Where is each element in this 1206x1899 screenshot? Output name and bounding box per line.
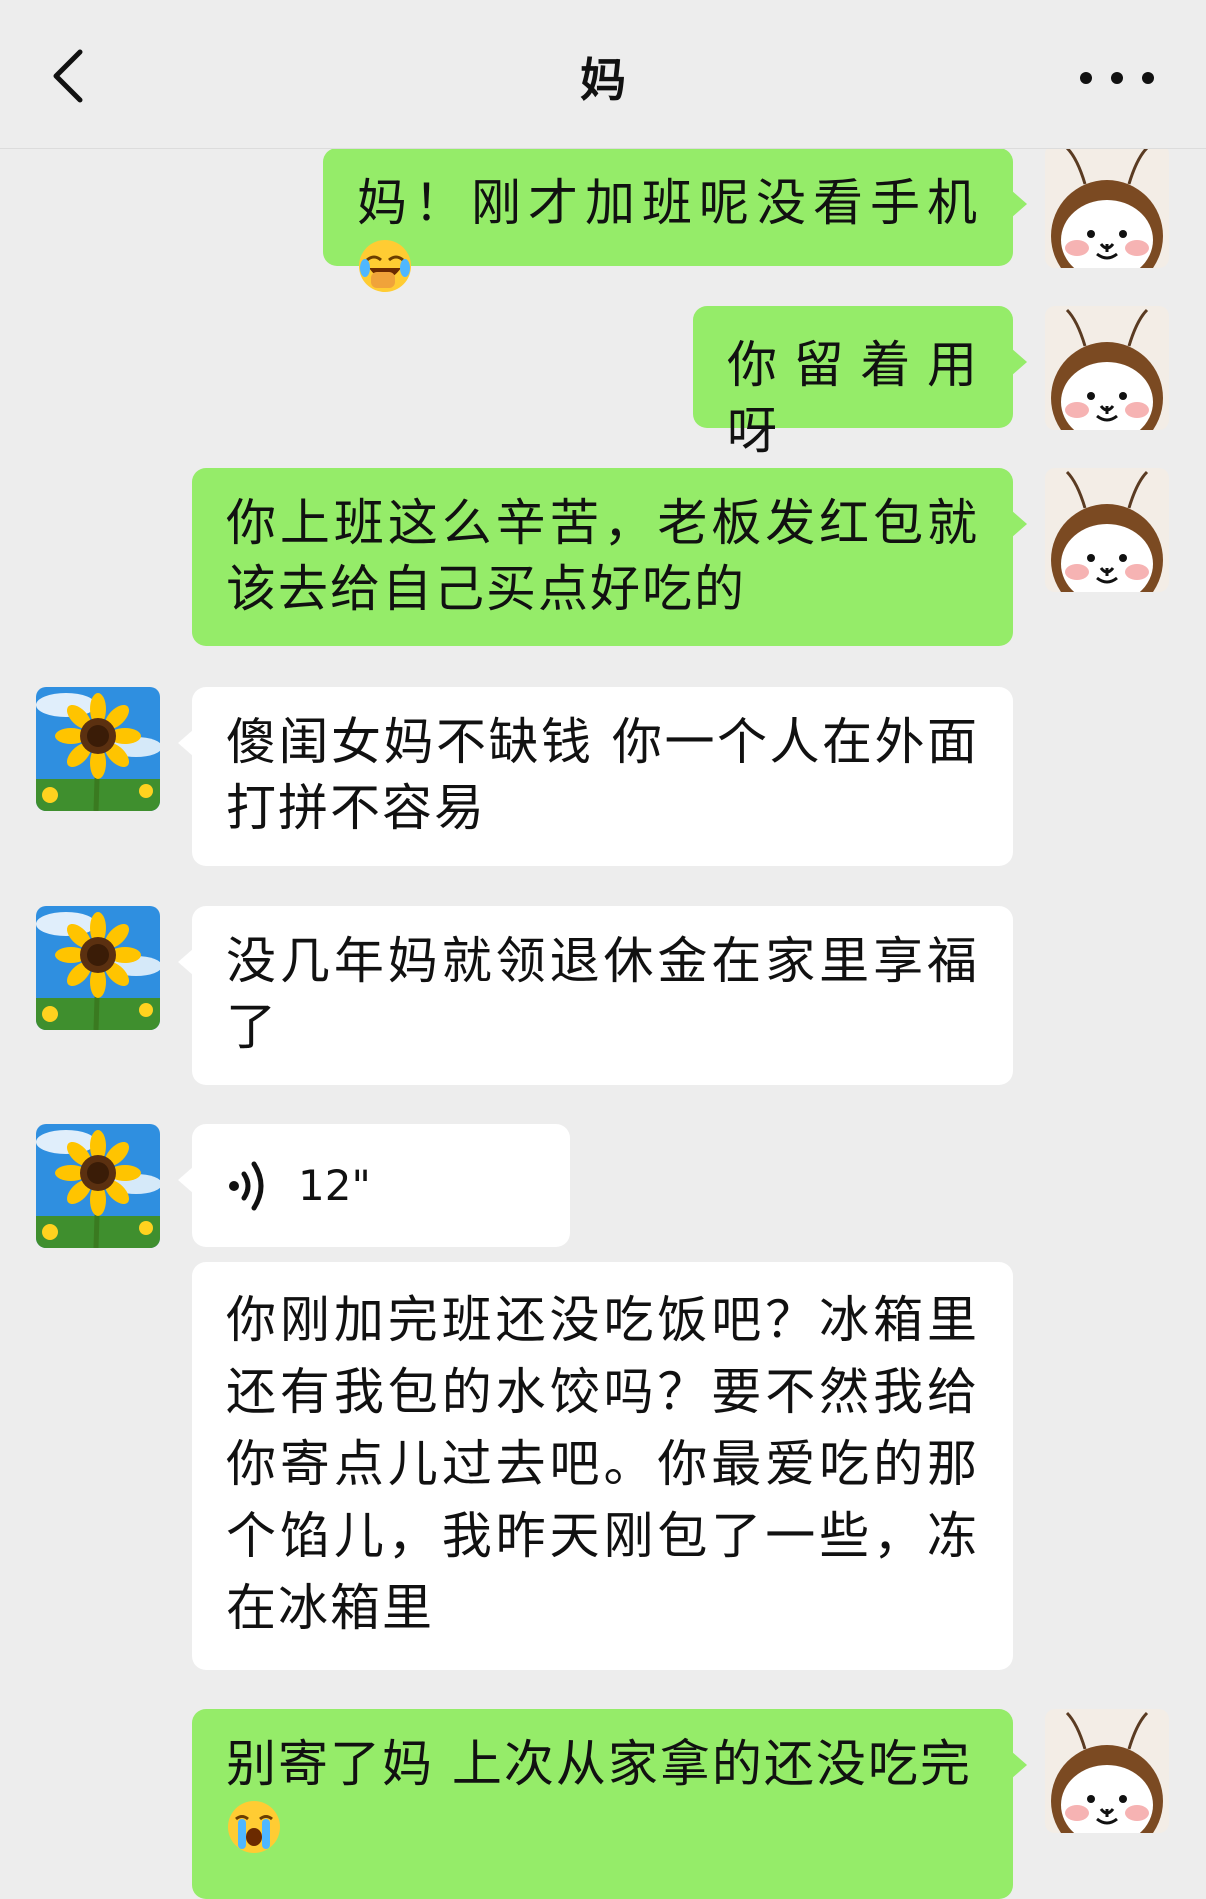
voice-wave-icon: [229, 1161, 264, 1210]
message-row: 12": [0, 1124, 1206, 1248]
more-button[interactable]: [1072, 58, 1162, 98]
message-bubble-outgoing[interactable]: 你留着用呀: [693, 306, 1027, 460]
message-list[interactable]: 妈！刚才加班呢没看手机 你留着用呀 你上班这么辛苦，老板发红包就该去给自己买点好…: [0, 148, 1206, 1899]
message-row: 妈！刚才加班呢没看手机: [0, 148, 1206, 268]
avatar[interactable]: [1045, 468, 1169, 592]
voice-message-bubble[interactable]: 12": [178, 1124, 570, 1247]
message-row: 没几年妈就领退休金在家里享福了: [0, 906, 1206, 1086]
navigation-bar: 妈: [0, 0, 1206, 149]
more-dots-icon: [1080, 72, 1154, 84]
message-row: 你刚加完班还没吃饭吧？冰箱里还有我包的水饺吗？要不然我给你寄点儿过去吧。你最爱吃…: [0, 1262, 1206, 1672]
message-bubble-outgoing[interactable]: 妈！刚才加班呢没看手机: [323, 148, 1027, 266]
message-text: 没几年妈就领退休金在家里享福了: [226, 932, 979, 1056]
avatar[interactable]: [36, 687, 160, 811]
avatar[interactable]: [1045, 1709, 1169, 1833]
avatar[interactable]: [1045, 306, 1169, 430]
message-bubble-outgoing[interactable]: 别寄了妈 上次从家拿的还没吃完: [192, 1709, 1027, 1899]
message-text: 你刚加完班还没吃饭吧？冰箱里还有我包的水饺吗？要不然我给你寄点儿过去吧。你最爱吃…: [226, 1291, 979, 1637]
message-row: 你上班这么辛苦，老板发红包就该去给自己买点好吃的: [0, 468, 1206, 648]
message-text: 你上班这么辛苦，老板发红包就该去给自己买点好吃的: [226, 494, 979, 618]
message-text: 你留着用呀: [727, 336, 979, 460]
message-text: 别寄了妈 上次从家拿的还没吃完: [226, 1735, 972, 1793]
avatar[interactable]: [36, 906, 160, 1030]
message-row: 你留着用呀: [0, 306, 1206, 460]
face-with-tears-of-joy-icon: [357, 238, 413, 294]
message-row: 别寄了妈 上次从家拿的还没吃完: [0, 1709, 1206, 1899]
message-row: 傻闺女妈不缺钱 你一个人在外面打拼不容易: [0, 687, 1206, 867]
message-bubble-outgoing[interactable]: 你上班这么辛苦，老板发红包就该去给自己买点好吃的: [192, 468, 1027, 646]
message-text: 傻闺女妈不缺钱 你一个人在外面打拼不容易: [226, 713, 979, 837]
voice-duration: 12": [298, 1160, 371, 1210]
message-bubble-incoming[interactable]: 没几年妈就领退休金在家里享福了: [178, 906, 1013, 1085]
message-bubble-incoming[interactable]: 你刚加完班还没吃饭吧？冰箱里还有我包的水饺吗？要不然我给你寄点儿过去吧。你最爱吃…: [192, 1262, 1013, 1670]
message-text: 妈！刚才加班呢没看手机: [357, 174, 979, 232]
loudly-crying-face-icon: [226, 1799, 282, 1855]
avatar[interactable]: [36, 1124, 160, 1248]
chat-title: 妈: [580, 53, 626, 107]
avatar[interactable]: [1045, 148, 1169, 268]
message-bubble-incoming[interactable]: 傻闺女妈不缺钱 你一个人在外面打拼不容易: [178, 687, 1013, 866]
